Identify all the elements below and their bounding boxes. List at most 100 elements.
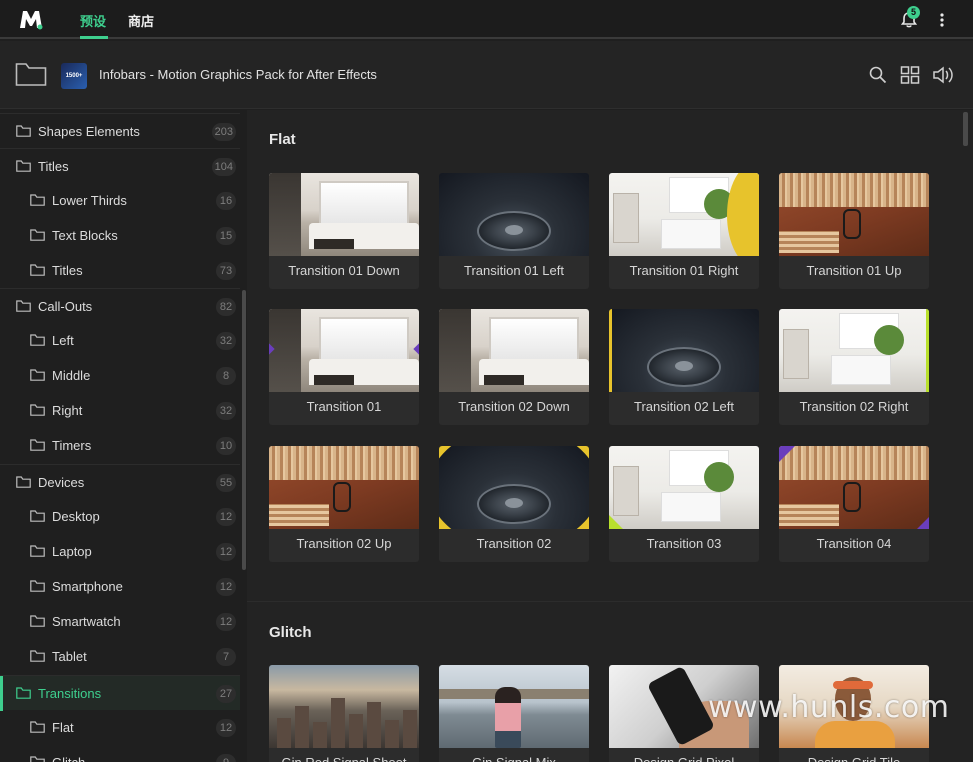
folder-icon (16, 687, 31, 699)
sidebar-item-label: Desktop (52, 509, 100, 524)
folder-icon (30, 334, 45, 346)
preset-card[interactable]: Transition 01 Left (439, 173, 589, 289)
watermark: www.hunls.com (708, 690, 950, 725)
preset-thumbnail (779, 309, 929, 392)
sidebar-item-label: Text Blocks (52, 228, 118, 243)
tab-store[interactable]: 商店 (128, 11, 154, 30)
folder-icon (30, 580, 45, 592)
preset-card-label: Transition 01 (306, 399, 382, 414)
sidebar-item-call-outs[interactable]: Call-Outs 82 (0, 288, 240, 323)
sidebar-item-tablet[interactable]: Tablet 7 (0, 639, 240, 674)
sidebar-item-label: Middle (52, 368, 91, 383)
item-count-badge: 203 (211, 123, 236, 141)
folder-icon (30, 650, 45, 662)
sidebar-item-desktop[interactable]: Desktop 12 (0, 499, 240, 534)
sidebar-item-smartwatch[interactable]: Smartwatch 12 (0, 604, 240, 639)
preset-card[interactable]: Transition 02 Up (269, 446, 419, 562)
preset-card-label: Transition 04 (816, 536, 892, 551)
main-scrollbar[interactable] (963, 112, 968, 146)
sidebar-item-middle[interactable]: Middle 8 (0, 358, 240, 393)
preset-thumbnail (269, 173, 419, 256)
preset-card-label: Transition 01 Right (629, 263, 739, 278)
sidebar-item-flat[interactable]: Flat 12 (0, 710, 240, 745)
app-logo-icon[interactable] (18, 8, 44, 30)
volume-icon[interactable] (932, 65, 956, 85)
sidebar-item-right[interactable]: Right 32 (0, 393, 240, 428)
preset-card[interactable]: Transition 01 Down (269, 173, 419, 289)
sidebar-item-label: Titles (38, 159, 69, 174)
item-count-badge: 10 (216, 437, 236, 455)
preset-card[interactable]: Transition 01 Up (779, 173, 929, 289)
preset-thumbnail (269, 309, 419, 392)
preset-card[interactable]: Transition 03 (609, 446, 759, 562)
folder-icon (30, 404, 45, 416)
sidebar-item-shapes-elements[interactable]: Shapes Elements 203 (0, 113, 240, 148)
preset-card[interactable]: Gin Red Signal Sheet (269, 665, 419, 762)
preset-card[interactable]: Transition 02 Down (439, 309, 589, 425)
section-title-glitch: Glitch (269, 624, 312, 641)
folder-icon (30, 439, 45, 451)
folder-icon (30, 756, 45, 762)
item-count-badge: 104 (211, 158, 236, 176)
sidebar-item-transitions[interactable]: Transitions 27 (0, 675, 240, 711)
sidebar-item-label: Smartwatch (52, 614, 121, 629)
sidebar-item-text-blocks[interactable]: Text Blocks 15 (0, 218, 240, 253)
item-count-badge: 15 (216, 227, 236, 245)
sidebar-item-label: Transitions (38, 686, 102, 701)
folder-back-icon[interactable] (15, 61, 47, 87)
item-count-badge: 7 (216, 648, 236, 666)
sidebar-item-titles[interactable]: Titles 73 (0, 253, 240, 288)
preset-card-label: Transition 02 Up (296, 536, 392, 551)
sidebar-item-devices[interactable]: Devices 55 (0, 464, 240, 499)
section-divider (247, 601, 973, 602)
sidebar-item-label: Smartphone (52, 579, 123, 594)
preset-card[interactable]: Transition 04 (779, 446, 929, 562)
item-count-badge: 12 (216, 508, 236, 526)
sidebar-item-label: Laptop (52, 544, 92, 559)
sidebar-item-label: Lower Thirds (52, 193, 127, 208)
folder-icon (16, 160, 31, 172)
preset-card[interactable]: Transition 01 (269, 309, 419, 425)
preset-card-label: Gin Signal Mix (439, 755, 589, 762)
preset-card[interactable]: Transition 02 Right (779, 309, 929, 425)
active-tab-indicator (80, 36, 108, 39)
item-count-badge: 12 (216, 543, 236, 561)
sidebar-item-glitch[interactable]: Glitch 9 (0, 745, 240, 762)
preset-thumbnail (269, 446, 419, 529)
preset-thumbnail (609, 173, 759, 256)
sidebar-item-timers[interactable]: Timers 10 (0, 428, 240, 463)
preset-thumbnail (609, 446, 759, 529)
sidebar-scrollbar[interactable] (242, 290, 246, 570)
folder-icon (30, 545, 45, 557)
preset-card[interactable]: Transition 01 Right (609, 173, 759, 289)
section-title-flat: Flat (269, 131, 296, 148)
sidebar-item-titles[interactable]: Titles 104 (0, 148, 240, 183)
sidebar-item-laptop[interactable]: Laptop 12 (0, 534, 240, 569)
sidebar-item-label: Call-Outs (38, 299, 93, 314)
pack-header: 1500+ INFOBARS Infobars - Motion Graphic… (0, 41, 973, 109)
item-count-badge: 12 (216, 578, 236, 596)
search-icon[interactable] (868, 65, 888, 85)
item-count-badge: 9 (216, 754, 236, 762)
preset-grid: Flat Transition 01 Down Transition 01 Left… (247, 110, 973, 762)
item-count-badge: 32 (216, 402, 236, 420)
preset-thumbnail (439, 446, 589, 529)
grid-view-icon[interactable] (900, 65, 920, 85)
folder-icon (16, 125, 31, 137)
folder-icon (16, 476, 31, 488)
item-count-badge: 55 (216, 474, 236, 492)
sidebar-item-smartphone[interactable]: Smartphone 12 (0, 569, 240, 604)
more-options-icon[interactable] (934, 10, 950, 30)
preset-card-label: Transition 02 Right (799, 399, 909, 414)
sidebar-item-label: Left (52, 333, 74, 348)
folder-icon (30, 369, 45, 381)
preset-card[interactable]: Transition 02 (439, 446, 589, 562)
sidebar-item-left[interactable]: Left 32 (0, 323, 240, 358)
preset-card[interactable]: Transition 02 Left (609, 309, 759, 425)
preset-card-label: Transition 03 (646, 536, 722, 551)
tab-presets[interactable]: 预设 (80, 11, 106, 30)
sidebar-item-lower-thirds[interactable]: Lower Thirds 16 (0, 183, 240, 218)
pack-thumbnail: 1500+ INFOBARS (61, 63, 87, 89)
preset-card[interactable]: Gin Signal Mix (439, 665, 589, 762)
preset-card-label: Transition 01 Up (806, 263, 902, 278)
